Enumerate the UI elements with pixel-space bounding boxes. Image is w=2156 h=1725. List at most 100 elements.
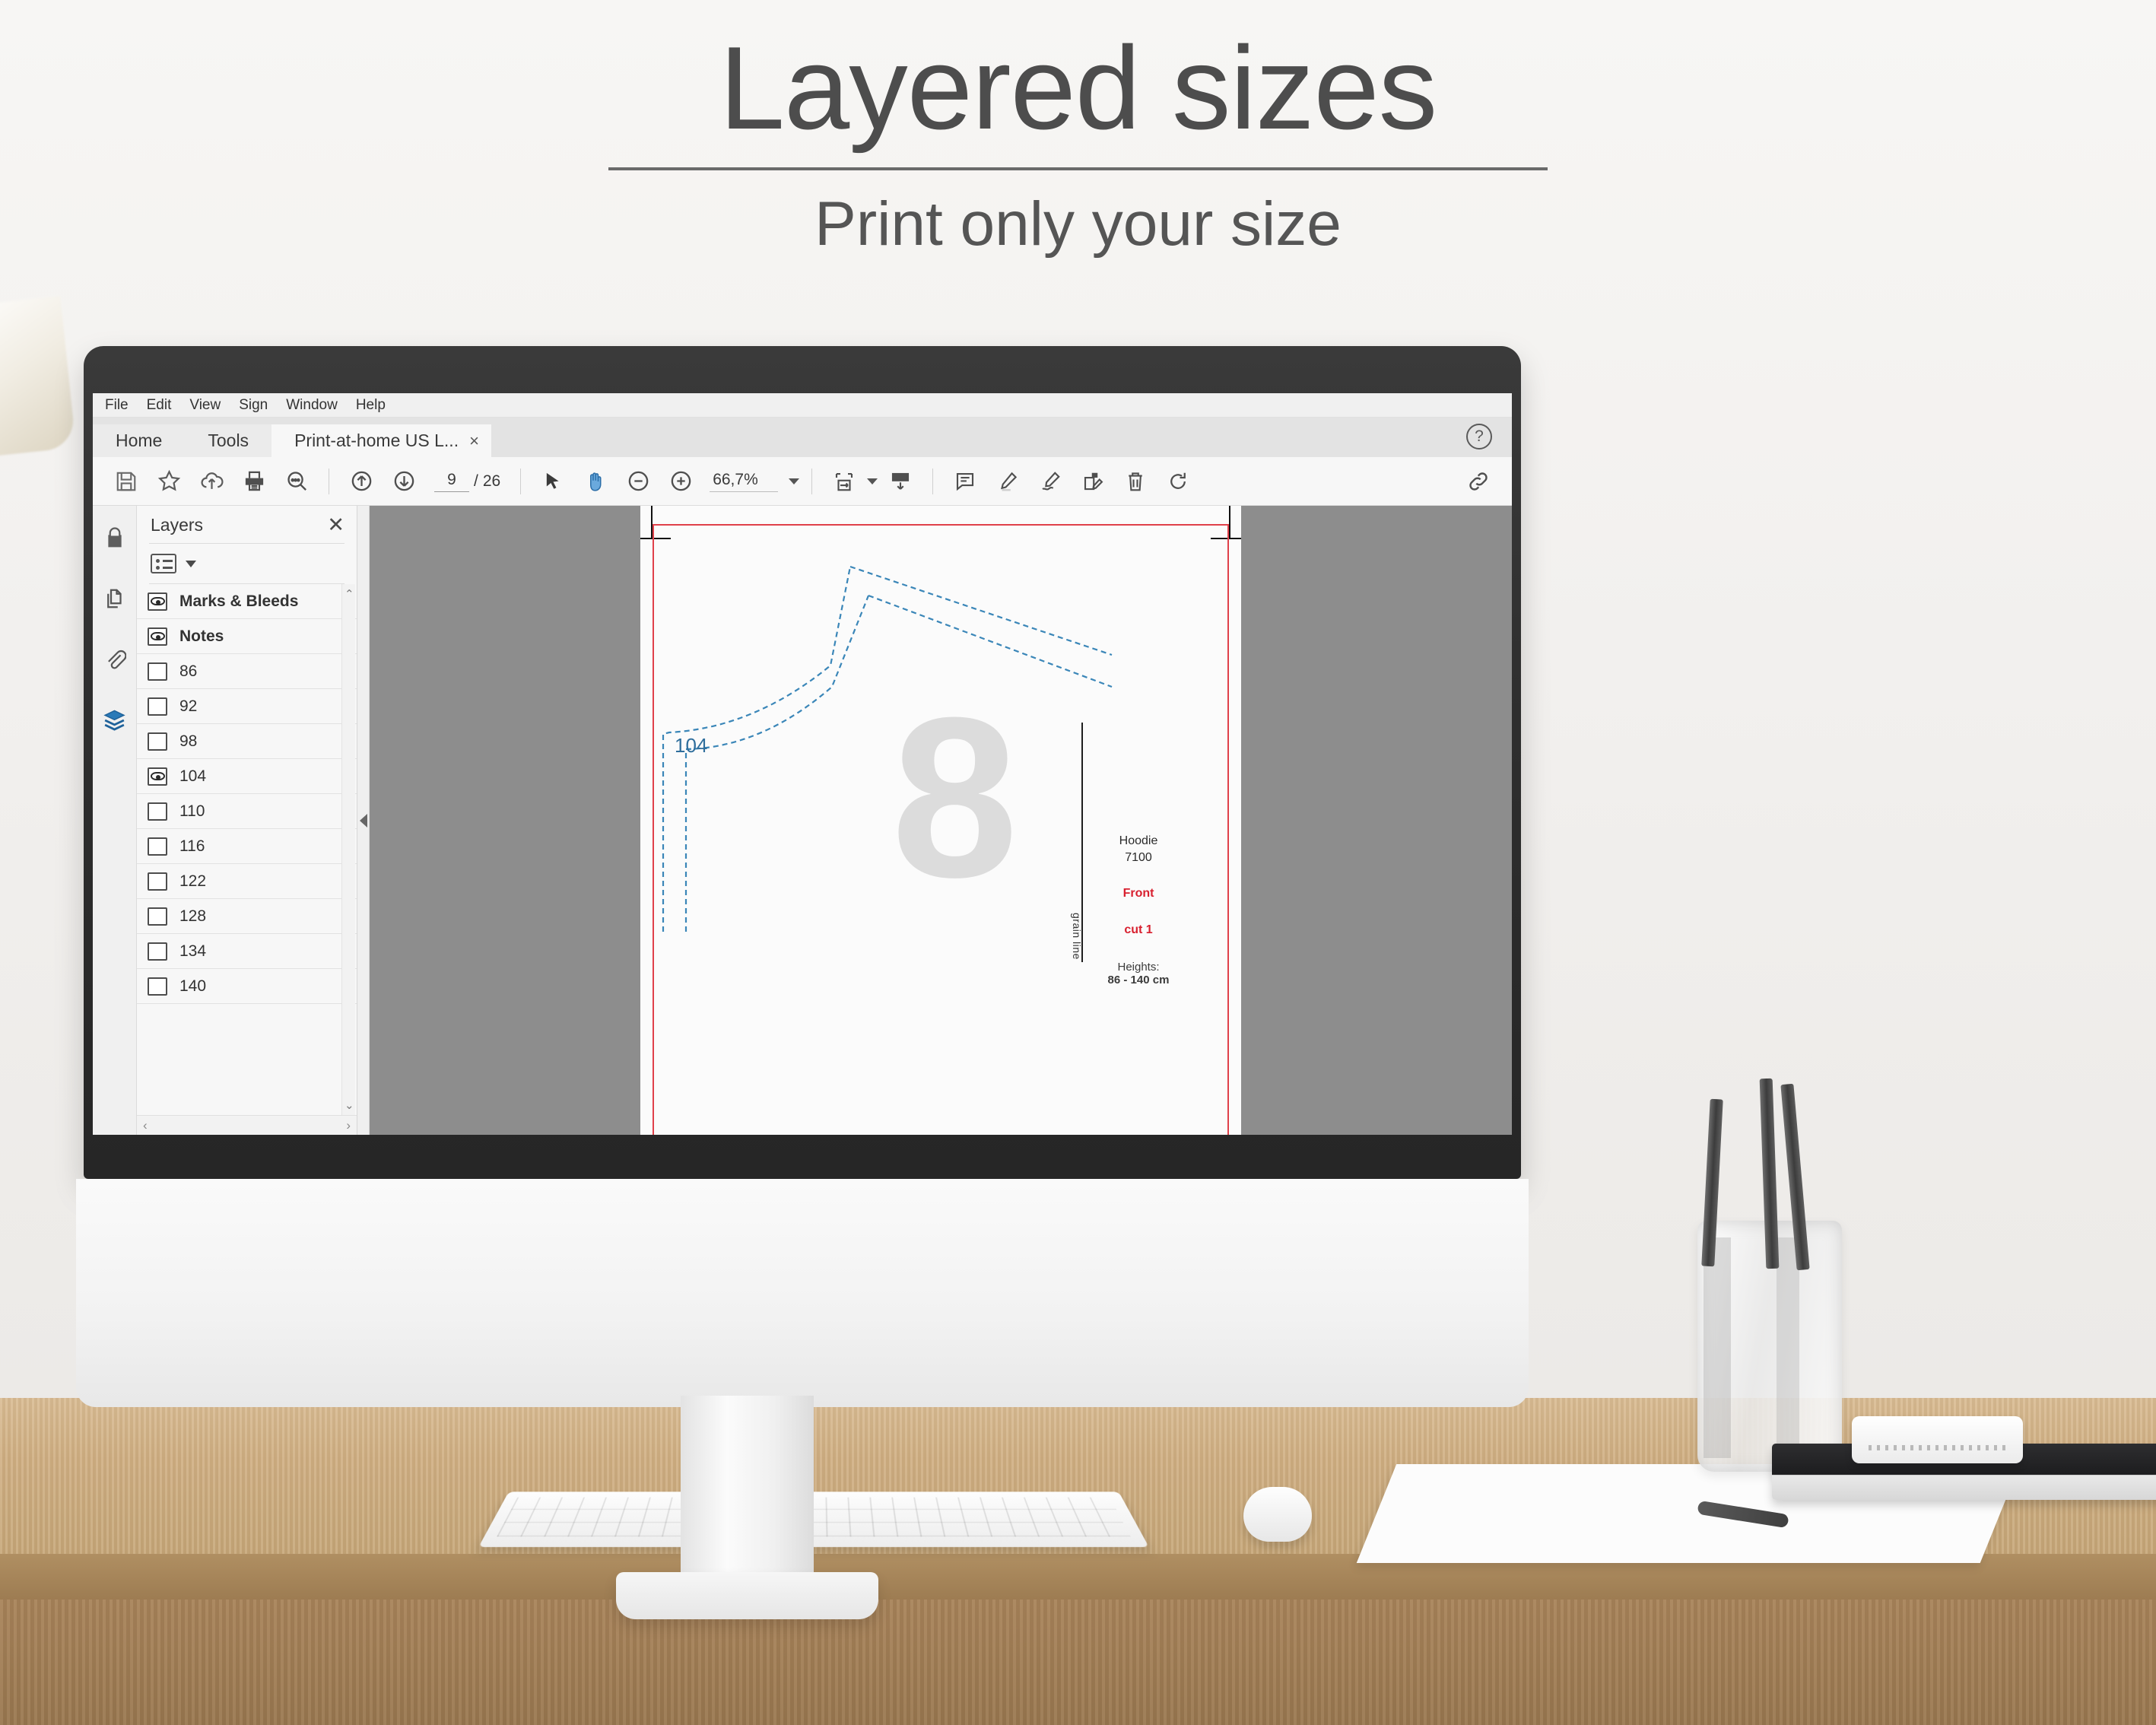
tab-document-label: Print-at-home US L...	[294, 430, 459, 451]
document-viewer[interactable]: 8 104 grain line Hoodie 7100 Front cut 1…	[370, 506, 1512, 1135]
comment-icon[interactable]	[945, 462, 985, 501]
tab-home[interactable]: Home	[93, 424, 185, 457]
layer-hidden-checkbox-icon[interactable]	[148, 907, 167, 926]
zoom-control: 66,7%	[710, 471, 799, 492]
star-icon[interactable]	[149, 462, 189, 501]
layer-row[interactable]: 98	[137, 724, 357, 759]
layers-panel: Layers ✕ Marks & Bleeds Notes 86 92 98 104 110…	[137, 506, 357, 1135]
page-thumbnails-icon[interactable]	[100, 583, 130, 614]
page-separator: /	[474, 472, 478, 491]
tab-tools[interactable]: Tools	[185, 424, 271, 457]
chevron-down-icon[interactable]	[789, 478, 799, 484]
layer-row[interactable]: Notes	[137, 619, 357, 654]
rotate-icon[interactable]	[1158, 462, 1198, 501]
menu-item-sign[interactable]: Sign	[239, 397, 268, 414]
tab-bar: Home Tools Print-at-home US L... × ?	[93, 418, 1512, 457]
menu-item-file[interactable]: File	[105, 397, 129, 414]
fill-and-sign-icon[interactable]	[1073, 462, 1113, 501]
headline-block: Layered sizes Print only your size	[0, 27, 2156, 260]
zoom-level-value[interactable]: 66,7%	[710, 471, 778, 492]
chevron-down-icon[interactable]	[186, 561, 196, 567]
phone	[1852, 1416, 2023, 1463]
share-link-icon[interactable]	[1459, 462, 1498, 501]
layer-name: 86	[179, 662, 197, 681]
page-total: 26	[483, 472, 500, 491]
layers-list[interactable]: Marks & Bleeds Notes 86 92 98 104 110 116 122 128…	[137, 584, 357, 1115]
layer-name: Notes	[179, 627, 224, 646]
layer-visible-eye-icon[interactable]	[148, 592, 167, 611]
piece-name: Front	[1066, 885, 1211, 902]
layer-hidden-checkbox-icon[interactable]	[148, 662, 167, 681]
eye-icon	[151, 632, 165, 640]
garment-name: Hoodie	[1066, 833, 1211, 850]
scroll-up-icon[interactable]: ⌃	[345, 587, 354, 601]
panel-splitter[interactable]	[357, 506, 370, 1135]
attachments-icon[interactable]	[100, 644, 130, 675]
fit-page-icon[interactable]	[824, 462, 864, 501]
layer-row[interactable]: Marks & Bleeds	[137, 584, 357, 619]
menu-item-edit[interactable]: Edit	[147, 397, 172, 414]
layer-row[interactable]: 92	[137, 689, 357, 724]
toolbar: 9 / 26 66,7%	[93, 457, 1512, 506]
layer-name: 98	[179, 732, 197, 751]
layers-horizontal-scrollbar[interactable]: ‹ ›	[137, 1115, 357, 1135]
scroll-mode-icon[interactable]	[881, 462, 920, 501]
acrobat-app-window: File Edit View Sign Window Help Home Too…	[93, 393, 1512, 1135]
select-cursor-icon[interactable]	[533, 462, 573, 501]
monitor-stand-foot	[616, 1572, 878, 1619]
layer-hidden-checkbox-icon[interactable]	[148, 942, 167, 961]
size-label: 104	[675, 734, 707, 758]
menu-item-help[interactable]: Help	[356, 397, 386, 414]
print-icon[interactable]	[234, 462, 274, 501]
upload-cloud-icon[interactable]	[192, 462, 231, 501]
layer-hidden-checkbox-icon[interactable]	[148, 977, 167, 996]
layer-hidden-checkbox-icon[interactable]	[148, 697, 167, 716]
menu-item-view[interactable]: View	[189, 397, 221, 414]
scroll-down-icon[interactable]: ⌄	[345, 1098, 354, 1112]
previous-page-icon[interactable]	[341, 462, 381, 501]
navigation-rail	[93, 506, 137, 1135]
layer-row[interactable]: 110	[137, 794, 357, 829]
layer-row[interactable]: 104	[137, 759, 357, 794]
layer-visible-eye-icon[interactable]	[148, 627, 167, 646]
zoom-in-icon[interactable]	[661, 462, 700, 501]
sign-icon[interactable]	[1030, 462, 1070, 501]
layer-hidden-checkbox-icon[interactable]	[148, 732, 167, 751]
layer-row[interactable]: 116	[137, 829, 357, 864]
close-icon[interactable]: ✕	[327, 515, 345, 535]
security-lock-icon[interactable]	[100, 523, 130, 553]
save-icon[interactable]	[106, 462, 146, 501]
layer-row[interactable]: 134	[137, 934, 357, 969]
scroll-left-icon[interactable]: ‹	[143, 1118, 148, 1133]
delete-icon[interactable]	[1116, 462, 1155, 501]
layer-hidden-checkbox-icon[interactable]	[148, 872, 167, 891]
layer-row[interactable]: 86	[137, 654, 357, 689]
collapse-panel-arrow-icon[interactable]	[360, 814, 367, 828]
chevron-down-icon[interactable]	[867, 478, 878, 484]
hand-tool-icon[interactable]	[576, 462, 615, 501]
layer-hidden-checkbox-icon[interactable]	[148, 802, 167, 821]
menu-item-window[interactable]: Window	[286, 397, 338, 414]
layer-name: 134	[179, 942, 206, 961]
layer-row[interactable]: 140	[137, 969, 357, 1004]
layer-options-icon[interactable]	[151, 554, 176, 573]
layers-icon[interactable]	[100, 705, 130, 735]
tab-document[interactable]: Print-at-home US L... ×	[271, 424, 491, 457]
help-icon[interactable]: ?	[1466, 424, 1492, 450]
layers-vertical-scrollbar[interactable]: ⌃ ⌄	[341, 584, 355, 1115]
page-number-input[interactable]: 9	[434, 471, 469, 492]
next-page-icon[interactable]	[384, 462, 424, 501]
layer-row[interactable]: 122	[137, 864, 357, 899]
close-icon[interactable]: ×	[469, 431, 479, 451]
layer-name: 122	[179, 872, 206, 891]
highlight-icon[interactable]	[988, 462, 1027, 501]
layer-visible-eye-icon[interactable]	[148, 767, 167, 786]
zoom-out-icon[interactable]	[618, 462, 658, 501]
layer-row[interactable]: 128	[137, 899, 357, 934]
eye-icon	[151, 772, 165, 780]
cut-instruction: cut 1	[1066, 922, 1211, 939]
search-icon[interactable]	[277, 462, 316, 501]
layer-hidden-checkbox-icon[interactable]	[148, 837, 167, 856]
scroll-right-icon[interactable]: ›	[346, 1118, 351, 1133]
app-body: Layers ✕ Marks & Bleeds Notes 86 92 98 104 110…	[93, 506, 1512, 1135]
